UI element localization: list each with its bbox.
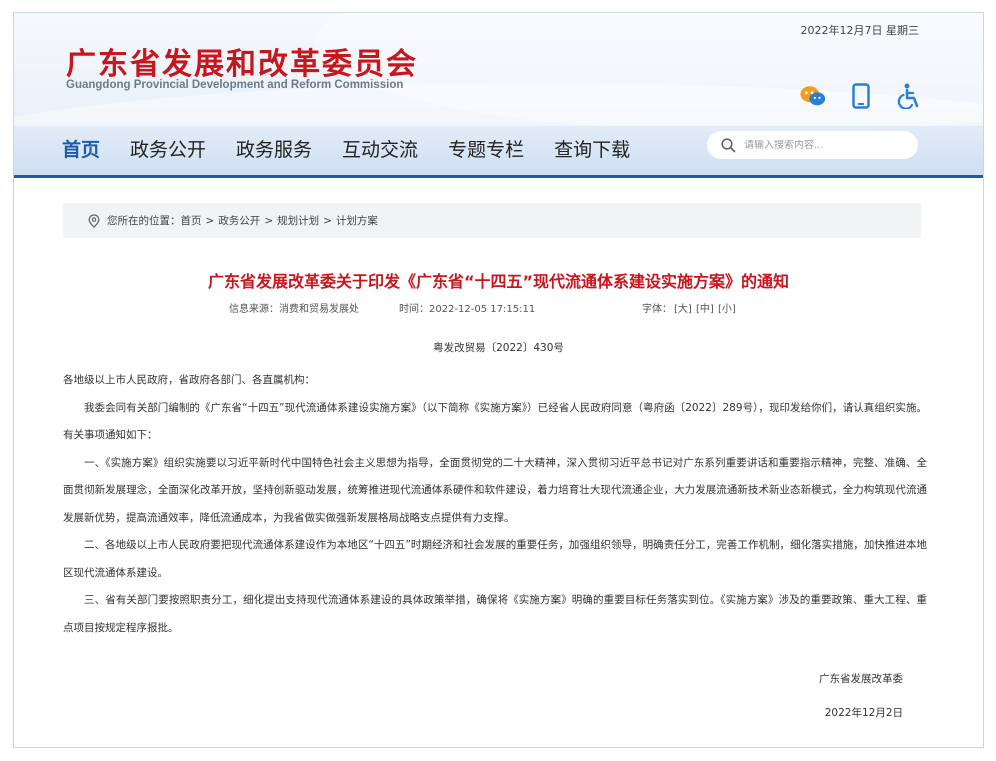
breadcrumb-home[interactable]: 首页 (181, 213, 202, 228)
breadcrumb-separator: > (323, 214, 332, 227)
nav-interaction[interactable]: 互动交流 (342, 137, 418, 163)
article-title: 广东省发展改革委关于印发《广东省“十四五”现代流通体系建设实施方案》的通知 (207, 272, 790, 291)
document-number: 粤发改贸易〔2022〕430号 (433, 342, 564, 354)
salutation: 各地级以上市人民政府，省政府各部门、各直属机构： (63, 374, 315, 386)
location-pin-icon (88, 213, 100, 228)
font-size-large[interactable]: [大] (674, 300, 692, 315)
mobile-icon[interactable] (847, 83, 875, 109)
signature: 广东省发展改革委 (819, 673, 903, 685)
font-size-medium[interactable]: [中] (696, 300, 714, 315)
search-icon[interactable] (721, 137, 736, 153)
paragraph: 一、《实施方案》组织实施要以习近平新时代中国特色社会主义思想为指导，全面贯彻党的… (63, 456, 927, 524)
breadcrumb: 您所在的位置： 首页 > 政务公开 > 规划计划 > 计划方案 (63, 203, 921, 238)
paragraph: 二、各地级以上市人民政府要把现代流通体系建设作为本地区“十四五”时期经济和社会发… (63, 539, 927, 579)
breadcrumb-government-affairs[interactable]: 政务公开 (218, 213, 260, 228)
paragraph: 三、省有关部门要按照职责分工，细化提出支持现代流通体系建设的具体政策举措，确保将… (63, 594, 927, 634)
site-header: 2022年12月7日 星期三 广东省发展和改革委员会 Guangdong Pro… (14, 13, 983, 178)
breadcrumb-prefix: 您所在的位置： (107, 215, 181, 227)
breadcrumb-planning[interactable]: 规划计划 (277, 213, 319, 228)
breadcrumb-plans[interactable]: 计划方案 (336, 213, 378, 228)
nav-special-topics[interactable]: 专题专栏 (448, 137, 524, 163)
font-size-label: 字体： (642, 304, 672, 315)
accessibility-icon[interactable] (895, 83, 923, 109)
nav-government-affairs[interactable]: 政务公开 (130, 137, 206, 163)
header-tools (799, 83, 923, 109)
nav-underline (14, 175, 983, 178)
paragraph: 我委会同有关部门编制的《广东省“十四五”现代流通体系建设实施方案》（以下简称《实… (63, 401, 927, 442)
breadcrumb-separator: > (205, 214, 215, 227)
breadcrumb-separator: > (264, 214, 274, 227)
article-time: 时间：2022-12-05 17:15:11 (399, 304, 536, 315)
search-box[interactable] (707, 131, 918, 159)
article-body: 各地级以上市人民政府，省政府各部门、各直属机构： 我委会同有关部门编制的《广东省… (63, 367, 927, 642)
article-source: 信息来源：消费和贸易发展处 (229, 304, 359, 315)
font-size-small[interactable]: [小] (718, 300, 736, 315)
site-subtitle: Guangdong Provincial Development and Ref… (66, 79, 404, 91)
search-input[interactable] (744, 139, 894, 151)
nav-home[interactable]: 首页 (62, 137, 100, 163)
signature-date: 2022年12月2日 (824, 707, 903, 719)
wechat-icon[interactable] (799, 83, 827, 109)
page-frame: 2022年12月7日 星期三 广东省发展和改革委员会 Guangdong Pro… (13, 12, 984, 748)
current-date: 2022年12月7日 星期三 (800, 24, 920, 37)
nav-government-services[interactable]: 政务服务 (236, 137, 312, 163)
site-title[interactable]: 广东省发展和改革委员会 (66, 39, 418, 83)
nav-query-download[interactable]: 查询下载 (554, 137, 630, 163)
